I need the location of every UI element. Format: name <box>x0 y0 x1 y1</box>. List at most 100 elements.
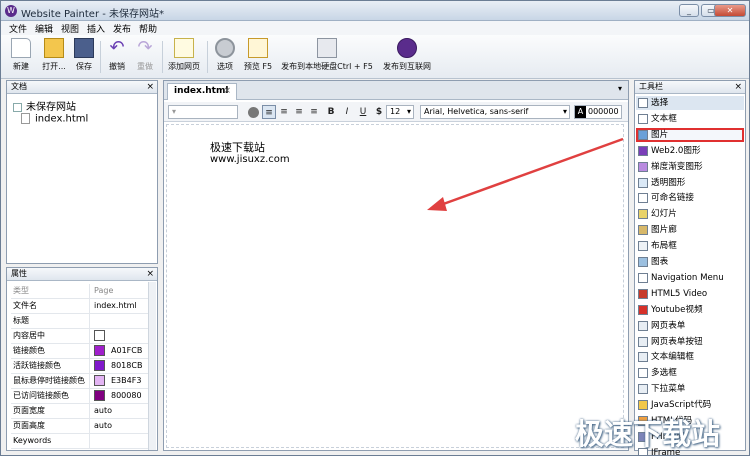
property-value[interactable] <box>89 329 153 343</box>
menu-help[interactable]: 帮助 <box>139 22 157 35</box>
align-center-icon[interactable]: ≡ <box>277 105 291 119</box>
align-justify-icon[interactable]: ≡ <box>307 105 321 119</box>
menu-insert[interactable]: 插入 <box>87 22 105 35</box>
color-swatch[interactable] <box>94 345 105 356</box>
tool-item[interactable]: 布局框 <box>636 239 744 253</box>
bold-icon[interactable]: B <box>324 105 338 119</box>
italic-icon[interactable]: I <box>340 105 354 119</box>
collapse-icon[interactable] <box>13 102 22 112</box>
property-value-text: 800080 <box>111 391 142 400</box>
menu-bar: 文件 编辑 视图 插入 发布 帮助 <box>1 21 749 35</box>
close-button[interactable]: ✕ <box>714 4 746 17</box>
property-value[interactable]: auto <box>89 419 153 433</box>
tool-item[interactable]: 图片 <box>636 127 744 142</box>
property-row[interactable]: 链接颜色 A01FCB <box>11 344 153 359</box>
site-tree-node[interactable]: 未保存网站 <box>13 98 76 113</box>
property-row[interactable]: 页面宽度 auto <box>11 404 153 419</box>
tool-item[interactable]: Web2.0图形 <box>636 144 744 158</box>
tool-item[interactable]: 网页表单按钮 <box>636 335 744 349</box>
properties-panel-close-button[interactable]: × <box>146 268 154 280</box>
color-swatch[interactable] <box>94 390 105 401</box>
tool-item[interactable]: Youtube视频 <box>636 303 744 317</box>
tool-item[interactable]: 下拉菜单 <box>636 382 744 396</box>
property-row[interactable]: 类型 Page <box>11 284 153 299</box>
property-value[interactable]: A01FCB <box>89 344 153 358</box>
document-panel-close-button[interactable]: × <box>146 81 154 93</box>
property-row[interactable]: 标题 <box>11 314 153 329</box>
publish-web-button[interactable]: 发布到互联网 <box>379 38 435 76</box>
property-value[interactable]: Page <box>89 284 153 298</box>
center-content-checkbox[interactable] <box>94 330 105 341</box>
property-value[interactable]: 8018CB <box>89 359 153 373</box>
tab-list-dropdown-icon[interactable]: ▾ <box>618 84 622 93</box>
tool-item[interactable]: JavaScript代码 <box>636 398 744 412</box>
tool-item[interactable]: 多选框 <box>636 366 744 380</box>
new-button[interactable]: 新建 <box>7 38 35 76</box>
tool-item[interactable]: 可命名链接 <box>636 191 744 205</box>
preview-button[interactable]: 预览 F5 <box>241 38 275 76</box>
align-right-icon[interactable]: ≡ <box>292 105 306 119</box>
property-row[interactable]: Keywords <box>11 434 153 449</box>
text-line-url[interactable]: www.jisuxz.com <box>210 154 290 165</box>
save-button[interactable]: 保存 <box>71 38 97 76</box>
property-value[interactable]: index.html <box>89 299 153 313</box>
tool-item[interactable]: HTML5 Video <box>636 287 744 301</box>
page-tree-node[interactable]: index.html <box>21 113 88 125</box>
align-left-icon[interactable]: ≡ <box>262 105 276 119</box>
property-row[interactable]: 文件名 index.html <box>11 299 153 314</box>
menu-file[interactable]: 文件 <box>9 22 27 35</box>
property-row[interactable]: 鼠标悬停时链接颜色 E3B4F3 <box>11 374 153 389</box>
color-swatch[interactable] <box>94 360 105 371</box>
bullet-icon[interactable] <box>248 107 259 118</box>
options-button[interactable]: 选项 <box>213 38 237 76</box>
tool-icon <box>638 336 648 347</box>
property-name: 活跃链接颜色 <box>13 361 61 370</box>
property-value[interactable]: E3B4F3 <box>89 374 153 388</box>
property-row[interactable]: 内容居中 <box>11 329 153 344</box>
redo-button[interactable]: ↷ 重做 <box>132 38 158 76</box>
open-button[interactable]: 打开... <box>39 38 69 76</box>
property-name: 类型 <box>13 286 29 295</box>
tool-item[interactable]: 图表 <box>636 255 744 269</box>
tool-item[interactable]: 网页表单 <box>636 319 744 333</box>
property-value[interactable] <box>89 434 153 448</box>
new-file-icon <box>11 38 31 58</box>
color-swatch[interactable] <box>94 375 105 386</box>
tool-item[interactable]: Navigation Menu <box>636 271 744 285</box>
property-row[interactable]: 页面高度 auto <box>11 419 153 434</box>
tool-item[interactable]: 选择 <box>636 96 744 110</box>
link-icon[interactable]: $ <box>372 105 386 119</box>
publish-local-button[interactable]: 发布到本地硬盘Ctrl + F5 <box>279 38 375 76</box>
tools-panel-close-button[interactable]: × <box>734 81 742 93</box>
preview-icon <box>248 38 268 58</box>
tab-close-button[interactable]: × <box>223 84 231 99</box>
tool-item[interactable]: 文本编辑框 <box>636 350 744 364</box>
menu-view[interactable]: 视图 <box>61 22 79 35</box>
tool-item[interactable]: 透明图形 <box>636 176 744 190</box>
tool-item[interactable]: 梯度渐变图形 <box>636 160 744 174</box>
property-value[interactable]: auto <box>89 404 153 418</box>
text-color-picker[interactable]: A 000000 <box>574 105 622 119</box>
underline-icon[interactable]: U <box>356 105 370 119</box>
property-row[interactable]: 已访问链接颜色 800080 <box>11 389 153 404</box>
tool-item[interactable]: 图片廊 <box>636 223 744 237</box>
tab-index-html[interactable]: index.html × <box>167 83 237 100</box>
font-size-select[interactable]: 12 ▾ <box>386 105 414 119</box>
undo-button[interactable]: ↶ 撤销 <box>104 38 130 76</box>
property-value[interactable] <box>89 314 153 328</box>
menu-publish[interactable]: 发布 <box>113 22 131 35</box>
font-family-select[interactable]: Arial, Helvetica, sans-serif ▾ <box>420 105 570 119</box>
menu-edit[interactable]: 编辑 <box>35 22 53 35</box>
property-row[interactable]: 活跃链接颜色 8018CB <box>11 359 153 374</box>
text-line-title[interactable]: 极速下载站 <box>210 139 265 155</box>
page-canvas[interactable]: 极速下载站 www.jisuxz.com <box>166 124 624 448</box>
minimize-button[interactable]: _ <box>679 4 699 17</box>
property-value[interactable]: 800080 <box>89 389 153 403</box>
tool-item[interactable]: 幻灯片 <box>636 207 744 221</box>
add-page-button[interactable]: 添加网页 <box>166 38 202 76</box>
tool-item[interactable]: 文本框 <box>636 112 744 126</box>
properties-scrollbar[interactable] <box>148 282 156 450</box>
style-select[interactable]: ▾ <box>168 105 238 119</box>
tool-label: 图片廊 <box>651 225 677 236</box>
properties-panel-header: 属性 × <box>7 268 157 281</box>
